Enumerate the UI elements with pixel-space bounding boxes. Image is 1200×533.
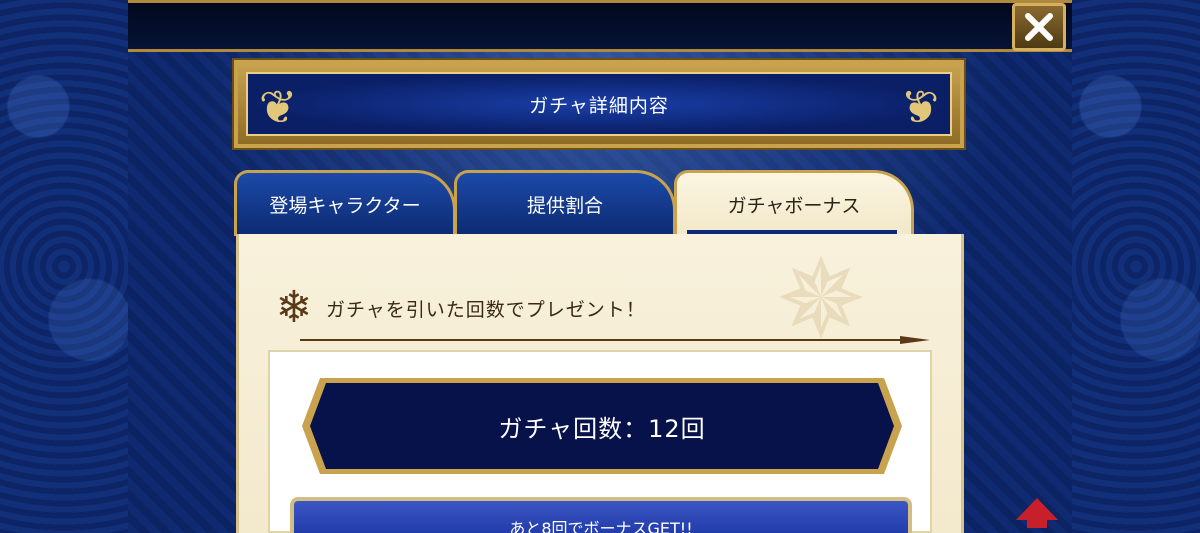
- tab-label: 提供割合: [526, 195, 603, 217]
- tab-label: 登場キャラクター: [269, 195, 421, 217]
- background-right: [1072, 0, 1200, 533]
- close-icon: [1025, 13, 1053, 41]
- ornament-left-icon: ❦: [258, 80, 298, 134]
- tab-rates[interactable]: 提供割合: [454, 170, 676, 236]
- close-button[interactable]: [1012, 3, 1066, 51]
- tab-gacha-bonus[interactable]: ガチャボーナス: [674, 170, 914, 236]
- tab-characters[interactable]: 登場キャラクター: [234, 170, 456, 236]
- gacha-count: ガチャ回数：12回: [498, 414, 706, 443]
- section-divider: [300, 330, 940, 344]
- section-heading: ❄ ガチャを引いた回数でプレゼント！: [270, 282, 646, 334]
- ornament-right-icon: ❦: [900, 80, 940, 134]
- up-arrow-icon: [1016, 498, 1058, 528]
- snowflake-icon: ❄: [275, 282, 313, 333]
- title-banner: ガチャ詳細内容 ❦ ❦: [232, 58, 966, 150]
- page-title: ガチャ詳細内容: [246, 72, 952, 136]
- bonus-progress-banner: あと8回でボーナスGET!!: [290, 497, 912, 533]
- section-title: ガチャを引いた回数でプレゼント！: [326, 298, 646, 321]
- scroll-up-button[interactable]: [1014, 496, 1060, 530]
- top-bar: [128, 0, 1072, 52]
- background-left: [0, 0, 128, 533]
- gacha-count-plate: ガチャ回数：12回: [300, 376, 904, 476]
- bonus-progress-text: あと8回でボーナスGET!!: [509, 519, 693, 533]
- tab-label: ガチャボーナス: [727, 195, 861, 217]
